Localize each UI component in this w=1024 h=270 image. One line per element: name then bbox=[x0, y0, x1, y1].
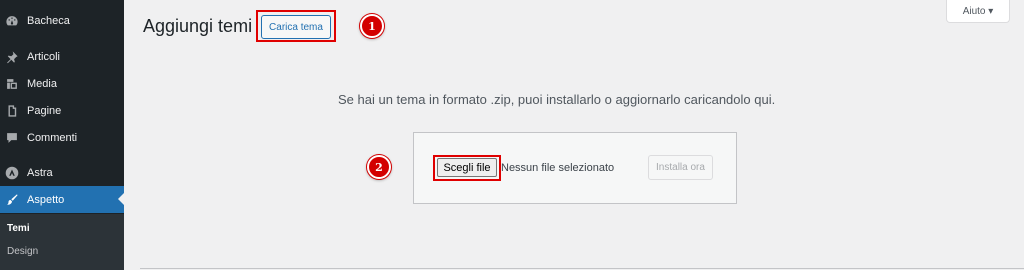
sidebar-item-label: Articoli bbox=[27, 50, 61, 63]
sidebar-item-label: Pagine bbox=[27, 104, 62, 117]
sidebar-item-bacheca[interactable]: Bacheca bbox=[0, 7, 124, 34]
install-now-button[interactable]: Installa ora bbox=[648, 155, 713, 180]
active-indicator bbox=[118, 193, 124, 205]
sidebar-item-aspetto[interactable]: Aspetto bbox=[0, 186, 124, 213]
divider bbox=[140, 268, 1024, 269]
submenu-aspetto: Temi Design bbox=[0, 214, 124, 270]
media-icon bbox=[5, 77, 19, 91]
sidebar-item-label: Bacheca bbox=[27, 14, 70, 27]
astra-icon bbox=[5, 166, 19, 180]
page-title: Aggiungi temi bbox=[143, 16, 253, 36]
sidebar-item-label: Media bbox=[27, 77, 57, 90]
choose-file-button[interactable]: Scegli file bbox=[437, 158, 497, 177]
sidebar-item-articoli[interactable]: Articoli bbox=[0, 43, 124, 70]
sidebar-item-label: Aspetto bbox=[27, 193, 65, 206]
sidebar-item-label: Astra bbox=[27, 166, 53, 179]
step-badge-2: 2 bbox=[367, 155, 391, 179]
help-button[interactable]: Aiuto ▾ bbox=[946, 0, 1010, 23]
brush-icon bbox=[5, 193, 19, 207]
admin-sidebar: Bacheca Articoli Media Pagine Commenti A… bbox=[0, 0, 124, 270]
file-status-text: Nessun file selezionato bbox=[501, 162, 615, 174]
step-badge-1: 1 bbox=[360, 14, 384, 38]
sidebar-item-label: Commenti bbox=[27, 131, 78, 144]
pin-icon bbox=[5, 50, 19, 64]
page-icon bbox=[5, 104, 19, 118]
sidebar-item-media[interactable]: Media bbox=[0, 70, 124, 97]
upload-theme-button[interactable]: Carica tema bbox=[261, 15, 331, 39]
upload-instructions: Se hai un tema in formato .zip, puoi ins… bbox=[338, 92, 776, 107]
comment-icon bbox=[5, 131, 19, 145]
sidebar-item-astra[interactable]: Astra bbox=[0, 159, 124, 186]
submenu-item-temi[interactable]: Temi bbox=[7, 223, 30, 234]
submenu-item-design[interactable]: Design bbox=[7, 246, 38, 257]
sidebar-item-pagine[interactable]: Pagine bbox=[0, 97, 124, 124]
dashboard-icon bbox=[5, 14, 19, 28]
sidebar-item-commenti[interactable]: Commenti bbox=[0, 124, 124, 151]
